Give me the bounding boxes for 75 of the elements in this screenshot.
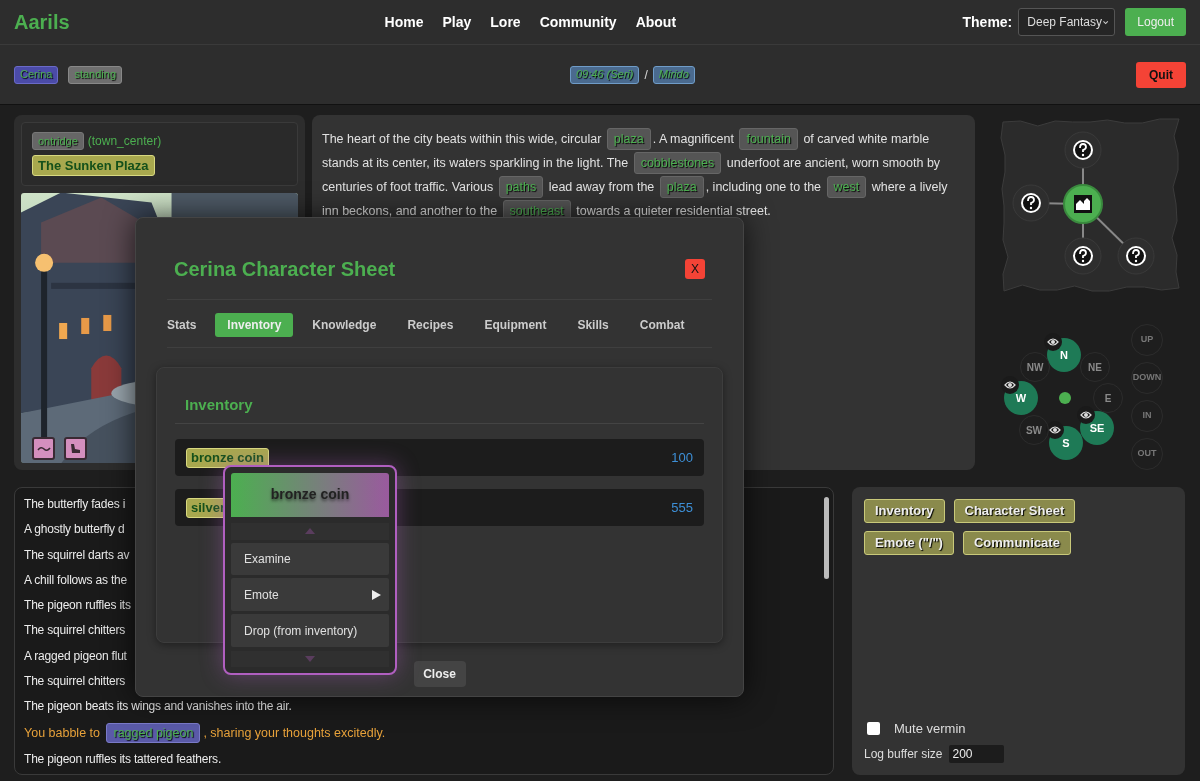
time-tag: 09:46 (Seri) [570,65,640,84]
dialog-title: Cerina Character Sheet [174,257,396,282]
posture-tag: standing [68,65,122,84]
menu-item[interactable]: Emote [231,578,389,612]
zone-text: (town_center) [87,133,162,150]
log-line: The pigeon ruffles its [24,597,131,615]
site-logo[interactable]: Aarils [14,7,70,37]
nav-link[interactable]: Community [539,11,617,33]
log-line: A ragged pigeon flut [24,647,127,665]
keyword-link[interactable]: fountain [739,128,798,150]
nav-link[interactable]: Lore [490,11,521,33]
log-line: The squirrel chitters [24,673,126,691]
item-count: 555 [671,498,693,517]
place-tag: Mirido [652,65,695,84]
action-button[interactable]: Character Sheet [953,499,1076,523]
menu-item[interactable]: Drop (from inventory) [231,614,389,648]
map-node[interactable] [1012,184,1050,222]
separator-text: / [644,66,648,84]
tab[interactable]: Equipment [472,313,559,337]
log-line: The pigeon ruffles its tattered feathers. [24,750,222,768]
nav-link[interactable]: Home [384,11,424,33]
field-label: Log buffer size [864,746,943,763]
icon-button[interactable] [32,437,55,460]
nav-link[interactable]: About [635,11,677,33]
wave-icon [36,444,51,453]
mute-checkbox[interactable] [867,721,880,735]
keyword-link[interactable]: cobblestones [633,152,722,174]
logout-button[interactable]: Logout [1125,8,1186,36]
map-node[interactable] [1064,131,1102,169]
tab[interactable]: Stats [155,313,209,337]
log-line: The pigeon beats its wings and vanishes into the air. [24,698,292,716]
icon-button[interactable] [64,437,87,460]
buffer-size-field[interactable]: 200 [948,745,1004,763]
tab[interactable]: Skills [565,313,621,337]
area-tag: ontridge [32,132,84,150]
map-node[interactable] [1064,237,1102,275]
tab[interactable]: Knowledge [300,313,389,337]
action-button[interactable]: Communicate [962,531,1071,555]
theme-select[interactable]: Deep Fantasy [1018,8,1116,36]
boot-icon [69,442,82,455]
log-line: The squirrel chitters [24,622,126,640]
tab[interactable]: Combat [627,313,697,337]
action-button[interactable]: Emote ("/") [864,531,954,555]
log-line: The butterfly fades i [24,496,126,513]
menu-item[interactable]: Examine [231,542,389,576]
keyword-link[interactable]: paths [498,176,544,198]
inventory-row[interactable]: bronze coin 100 [175,439,704,476]
theme-label: Theme: [962,12,1013,32]
keyword-link[interactable]: plaza [659,176,704,198]
log-line: The squirrel darts av [24,546,130,564]
nav-link[interactable]: Play [442,11,472,33]
log-line: A chill follows as the [24,571,127,589]
log-line: A ghostly butterfly d [24,521,125,539]
current-room-node[interactable] [1063,184,1103,224]
close-button[interactable]: Close [413,661,466,687]
tab[interactable]: Recipes [395,313,466,337]
close-button[interactable]: X [685,259,705,279]
submenu-arrow-icon [372,589,381,600]
scroll-down-icon [305,656,315,663]
menu-title: bronze coin [231,473,389,517]
scroll-up-icon [305,528,315,535]
map-node[interactable] [1117,237,1155,275]
location-name-tag: The Sunken Plaza [32,155,155,176]
position-marker [1059,392,1071,404]
quit-button[interactable]: Quit [1136,61,1186,88]
keyword-link[interactable]: plaza [606,128,651,150]
action-button[interactable]: Inventory [864,499,945,523]
log-line: You babble to ragged pigeon , sharing your thoughts excitedly. [24,719,386,747]
section-heading: Inventory [184,395,254,415]
character-tag[interactable]: Cerina [14,65,59,84]
checkbox-label: Mute vermin [894,719,966,738]
keyword-link[interactable]: west [826,176,867,198]
item-name-tag[interactable]: bronze coin [186,447,269,468]
scrollbar-thumb[interactable] [824,497,829,579]
item-count: 100 [671,448,693,467]
